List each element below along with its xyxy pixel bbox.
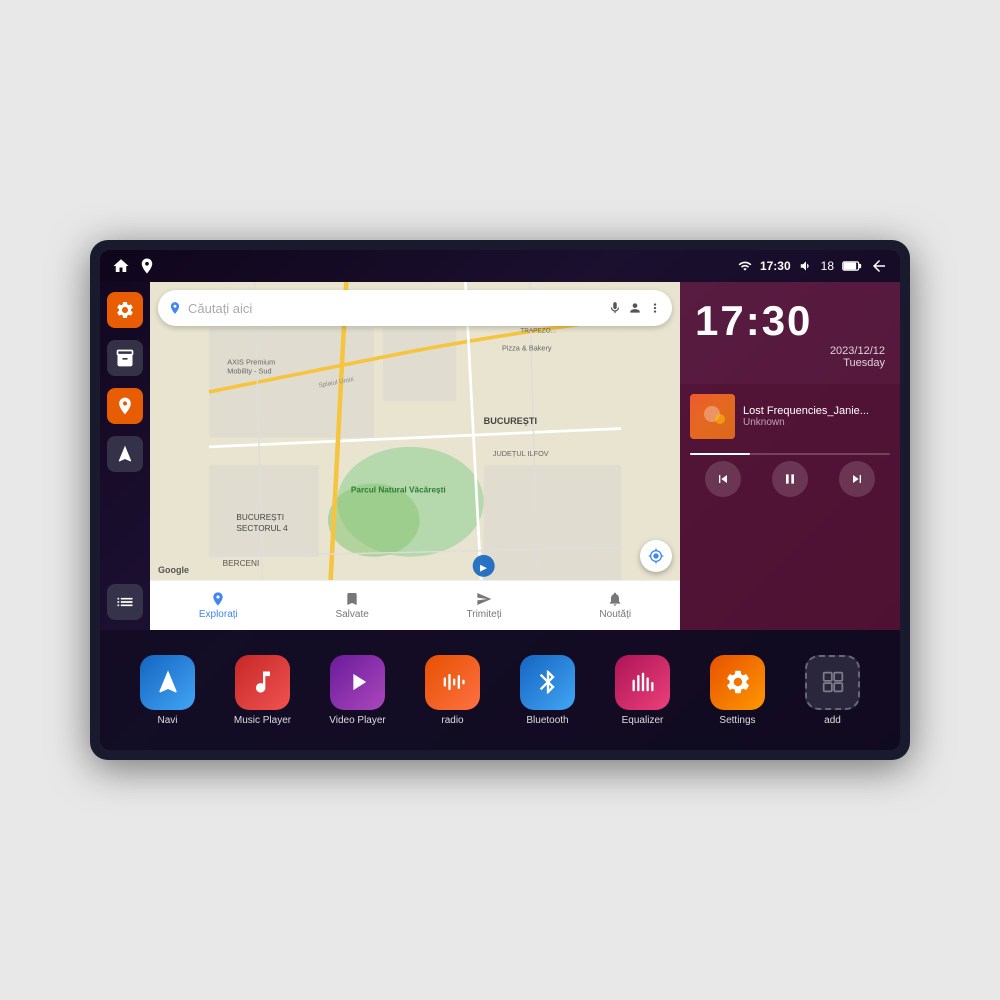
bluetooth-icon: [520, 655, 575, 710]
add-icon: [805, 655, 860, 710]
account-icon[interactable]: [628, 301, 642, 315]
app-equalizer[interactable]: Equalizer: [608, 655, 678, 726]
right-panel: 17:30 2023/12/12 Tuesday: [680, 282, 900, 630]
map-search-bar[interactable]: Căutați aici: [158, 290, 672, 326]
status-battery: 18: [821, 259, 834, 273]
map-bottom-bar: Explorați Salvate Trimiteți Noutăți: [150, 580, 680, 630]
bluetooth-label: Bluetooth: [526, 715, 568, 726]
svg-text:Pizza & Bakery: Pizza & Bakery: [502, 344, 552, 353]
settings-icon: [710, 655, 765, 710]
radio-icon: [425, 655, 480, 710]
navi-icon: [140, 655, 195, 710]
add-label: add: [824, 715, 841, 726]
battery-icon: [842, 260, 862, 272]
svg-text:BUCUREȘTI: BUCUREȘTI: [236, 513, 284, 522]
pause-button[interactable]: [772, 461, 808, 497]
google-maps-icon: [168, 301, 182, 315]
volume-icon: [799, 259, 813, 273]
apps-dock: Navi Music Player Video Player: [100, 630, 900, 750]
google-logo: Google: [158, 565, 189, 575]
sidebar-archive[interactable]: [107, 340, 143, 376]
svg-text:Parcul Natural Văcărești: Parcul Natural Văcărești: [351, 486, 446, 495]
home-icon[interactable]: [112, 257, 130, 275]
map-nav-news-label: Noutăți: [599, 609, 631, 620]
status-time: 17:30: [760, 259, 791, 273]
svg-text:Mobility - Sud: Mobility - Sud: [227, 367, 271, 376]
progress-fill: [690, 453, 750, 455]
microphone-icon[interactable]: [608, 301, 622, 315]
clock-widget: 17:30 2023/12/12 Tuesday: [680, 282, 900, 384]
svg-text:JUDEȚUL ILFOV: JUDEȚUL ILFOV: [493, 449, 549, 458]
svg-text:TRAPEZO...: TRAPEZO...: [520, 327, 556, 334]
back-icon[interactable]: [870, 257, 888, 275]
song-artist: Unknown: [743, 417, 890, 428]
svg-text:BUCUREȘTI: BUCUREȘTI: [484, 416, 537, 426]
music-controls: [690, 461, 890, 497]
clock-time: 17:30: [695, 297, 885, 345]
app-music-player[interactable]: Music Player: [228, 655, 298, 726]
album-art: [690, 394, 735, 439]
music-widget: Lost Frequencies_Janie... Unknown: [680, 384, 900, 630]
sidebar-grid[interactable]: [107, 584, 143, 620]
map-nav-share[interactable]: Trimiteți: [467, 591, 502, 620]
map-container[interactable]: AXIS Premium Mobility - Sud Pizza & Bake…: [150, 282, 680, 630]
sidebar: [100, 282, 150, 630]
map-nav-share-label: Trimiteți: [467, 609, 502, 620]
svg-text:BERCENI: BERCENI: [223, 559, 260, 568]
sidebar-navigation[interactable]: [107, 436, 143, 472]
song-details: Lost Frequencies_Janie... Unknown: [743, 405, 890, 428]
settings-label: Settings: [719, 715, 755, 726]
song-title: Lost Frequencies_Janie...: [743, 405, 890, 417]
prev-button[interactable]: [705, 461, 741, 497]
app-add[interactable]: add: [798, 655, 868, 726]
progress-bar[interactable]: [690, 453, 890, 455]
device: 17:30 18: [90, 240, 910, 760]
music-info: Lost Frequencies_Janie... Unknown: [690, 394, 890, 439]
device-screen: 17:30 18: [100, 250, 900, 750]
map-location-fab[interactable]: [640, 540, 672, 572]
video-player-label: Video Player: [329, 715, 386, 726]
equalizer-icon: [615, 655, 670, 710]
app-radio[interactable]: radio: [418, 655, 488, 726]
radio-label: radio: [441, 715, 463, 726]
map-nav-news[interactable]: Noutăți: [599, 591, 631, 620]
status-right: 17:30 18: [738, 257, 888, 275]
music-player-label: Music Player: [234, 715, 291, 726]
map-nav-saved[interactable]: Salvate: [335, 591, 368, 620]
app-bluetooth[interactable]: Bluetooth: [513, 655, 583, 726]
music-player-icon: [235, 655, 290, 710]
equalizer-label: Equalizer: [622, 715, 664, 726]
map-nav-explore-label: Explorați: [199, 609, 238, 620]
map-nav-explore[interactable]: Explorați: [199, 591, 238, 620]
next-button[interactable]: [839, 461, 875, 497]
status-bar: 17:30 18: [100, 250, 900, 282]
main-area: AXIS Premium Mobility - Sud Pizza & Bake…: [100, 282, 900, 630]
svg-text:▶: ▶: [480, 562, 487, 572]
more-options-icon[interactable]: [648, 301, 662, 315]
clock-date: 2023/12/12 Tuesday: [695, 345, 885, 369]
app-navi[interactable]: Navi: [133, 655, 203, 726]
map-search-input[interactable]: Căutați aici: [188, 301, 602, 316]
status-left: [112, 257, 156, 275]
svg-text:AXIS Premium: AXIS Premium: [227, 357, 275, 366]
svg-text:SECTORUL 4: SECTORUL 4: [236, 524, 288, 533]
app-video-player[interactable]: Video Player: [323, 655, 393, 726]
sidebar-settings[interactable]: [107, 292, 143, 328]
video-player-icon: [330, 655, 385, 710]
sidebar-map[interactable]: [107, 388, 143, 424]
app-settings[interactable]: Settings: [703, 655, 773, 726]
navi-label: Navi: [157, 715, 177, 726]
map-nav-saved-label: Salvate: [335, 609, 368, 620]
wifi-icon: [738, 259, 752, 273]
map-pin-icon[interactable]: [138, 257, 156, 275]
